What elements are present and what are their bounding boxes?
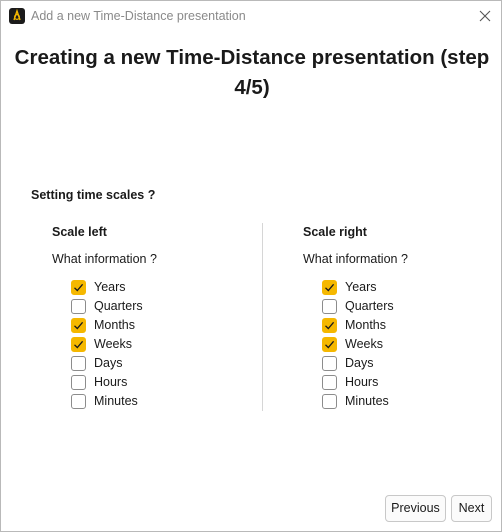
checkmark-icon <box>325 321 335 330</box>
option-label: Years <box>345 280 377 294</box>
option-label: Months <box>94 318 135 332</box>
scale-right-option-days[interactable]: Days <box>322 355 472 374</box>
scale-left-option-years[interactable]: Years <box>71 279 221 298</box>
option-label: Years <box>94 280 126 294</box>
option-label: Days <box>345 356 374 370</box>
scale-right-option-minutes[interactable]: Minutes <box>322 393 472 412</box>
checkbox-checked[interactable] <box>71 318 86 333</box>
option-label: Weeks <box>345 337 383 351</box>
checkbox-unchecked[interactable] <box>322 356 337 371</box>
checkmark-icon <box>325 340 335 349</box>
checkbox-checked[interactable] <box>71 280 86 295</box>
scale-right-option-months[interactable]: Months <box>322 317 472 336</box>
option-label: Hours <box>345 375 379 389</box>
scale-left-option-weeks[interactable]: Weeks <box>71 336 221 355</box>
previous-button[interactable]: Previous <box>385 495 446 522</box>
checkmark-icon <box>74 340 84 349</box>
next-button[interactable]: Next <box>451 495 492 522</box>
checkbox-checked[interactable] <box>322 280 337 295</box>
option-label: Minutes <box>345 394 389 408</box>
checkmark-icon <box>74 321 84 330</box>
option-label: Days <box>94 356 123 370</box>
checkbox-checked[interactable] <box>322 318 337 333</box>
scale-right-option-quarters[interactable]: Quarters <box>322 298 472 317</box>
checkmark-icon <box>74 283 84 292</box>
scale-right-title: Scale right <box>303 225 367 239</box>
page-heading: Creating a new Time-Distance presentatio… <box>14 46 490 99</box>
scale-right-question: What information ? <box>303 252 408 266</box>
section-title: Setting time scales ? <box>31 188 156 202</box>
checkbox-unchecked[interactable] <box>322 299 337 314</box>
title-bar: Add a new Time-Distance presentation <box>1 1 501 32</box>
checkmark-icon <box>325 283 335 292</box>
checkbox-checked[interactable] <box>322 337 337 352</box>
checkbox-unchecked[interactable] <box>71 356 86 371</box>
option-label: Minutes <box>94 394 138 408</box>
scale-left-option-hours[interactable]: Hours <box>71 374 221 393</box>
scale-left-option-days[interactable]: Days <box>71 355 221 374</box>
option-label: Hours <box>94 375 128 389</box>
scale-left-option-quarters[interactable]: Quarters <box>71 298 221 317</box>
scale-left-option-months[interactable]: Months <box>71 317 221 336</box>
option-label: Quarters <box>94 299 143 313</box>
option-label: Months <box>345 318 386 332</box>
scale-left-title: Scale left <box>52 225 107 239</box>
column-divider <box>262 223 263 411</box>
checkbox-unchecked[interactable] <box>322 375 337 390</box>
checkbox-unchecked[interactable] <box>71 394 86 409</box>
checkbox-unchecked[interactable] <box>71 375 86 390</box>
dialog-window: Add a new Time-Distance presentation Cre… <box>0 0 502 532</box>
scale-left-question: What information ? <box>52 252 157 266</box>
scale-left-option-minutes[interactable]: Minutes <box>71 393 221 412</box>
checkbox-unchecked[interactable] <box>71 299 86 314</box>
window-title: Add a new Time-Distance presentation <box>31 9 246 23</box>
close-icon[interactable] <box>473 5 497 27</box>
checkbox-unchecked[interactable] <box>322 394 337 409</box>
option-label: Weeks <box>94 337 132 351</box>
option-label: Quarters <box>345 299 394 313</box>
checkbox-checked[interactable] <box>71 337 86 352</box>
scale-right-option-weeks[interactable]: Weeks <box>322 336 472 355</box>
scale-right-option-years[interactable]: Years <box>322 279 472 298</box>
app-logo-icon <box>9 8 25 24</box>
scale-right-option-hours[interactable]: Hours <box>322 374 472 393</box>
